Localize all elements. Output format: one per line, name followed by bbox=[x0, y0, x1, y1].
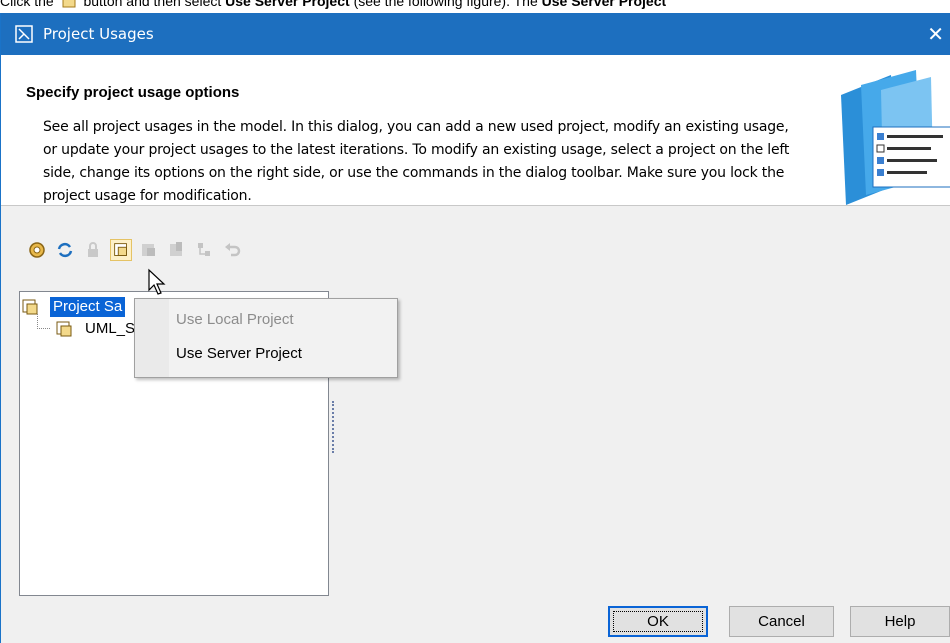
add-project-inline-icon bbox=[62, 0, 76, 8]
refresh-icon[interactable] bbox=[54, 239, 76, 261]
cancel-button[interactable]: Cancel bbox=[729, 606, 834, 637]
app-icon bbox=[15, 25, 33, 43]
tree-item-label: UML_S bbox=[85, 320, 136, 337]
doc-middle: button and then select bbox=[83, 0, 222, 9]
help-button-label: Help bbox=[884, 613, 916, 630]
help-button[interactable]: Help bbox=[850, 606, 950, 637]
menu-item-use-local-project[interactable]: Use Local Project bbox=[176, 311, 294, 328]
doc-prefix: Click the bbox=[0, 0, 54, 9]
add-project-icon[interactable] bbox=[110, 239, 132, 261]
hierarchy-icon[interactable] bbox=[194, 239, 216, 261]
header-description: See all project usages in the model. In … bbox=[43, 119, 790, 204]
menu-item-use-server-project[interactable]: Use Server Project bbox=[176, 345, 302, 362]
dialog-body: Project Sa UML_S Use Local Project Use S… bbox=[1, 206, 950, 643]
export-icon[interactable] bbox=[166, 239, 188, 261]
tree-item-label: Project Sa bbox=[50, 297, 126, 317]
cancel-button-label: Cancel bbox=[758, 613, 805, 630]
settings-icon[interactable] bbox=[26, 239, 48, 261]
ok-button[interactable]: OK bbox=[608, 606, 708, 637]
used-project-icon bbox=[56, 321, 72, 337]
focus-rectangle bbox=[613, 611, 703, 632]
title-bar[interactable]: Project Usages ✕ bbox=[1, 13, 950, 55]
mouse-cursor-icon bbox=[148, 268, 166, 295]
doc-instruction-line: Click the button and then select Use Ser… bbox=[0, 0, 950, 13]
doc-after: (see the following figure). The bbox=[353, 0, 538, 9]
import-icon[interactable] bbox=[138, 239, 160, 261]
doc-bold-2: Use Server Project bbox=[541, 0, 667, 9]
undo-icon[interactable] bbox=[222, 239, 244, 261]
doc-bold-1: Use Server Project bbox=[225, 0, 350, 9]
window-title: Project Usages bbox=[43, 25, 154, 43]
add-project-dropdown-menu: Use Local Project Use Server Project bbox=[134, 298, 398, 378]
header-title: Specify project usage options bbox=[26, 84, 240, 101]
panel-splitter[interactable] bbox=[332, 401, 336, 453]
menu-gutter bbox=[135, 299, 169, 377]
project-usages-dialog: Project Usages ✕ Specify project usage o… bbox=[0, 13, 950, 643]
dialog-header: Specify project usage options See all pr… bbox=[1, 55, 950, 206]
project-node-icon bbox=[22, 299, 38, 315]
folder-illustration-icon bbox=[841, 70, 950, 205]
close-icon[interactable]: ✕ bbox=[927, 22, 944, 46]
lock-icon[interactable] bbox=[82, 239, 104, 261]
